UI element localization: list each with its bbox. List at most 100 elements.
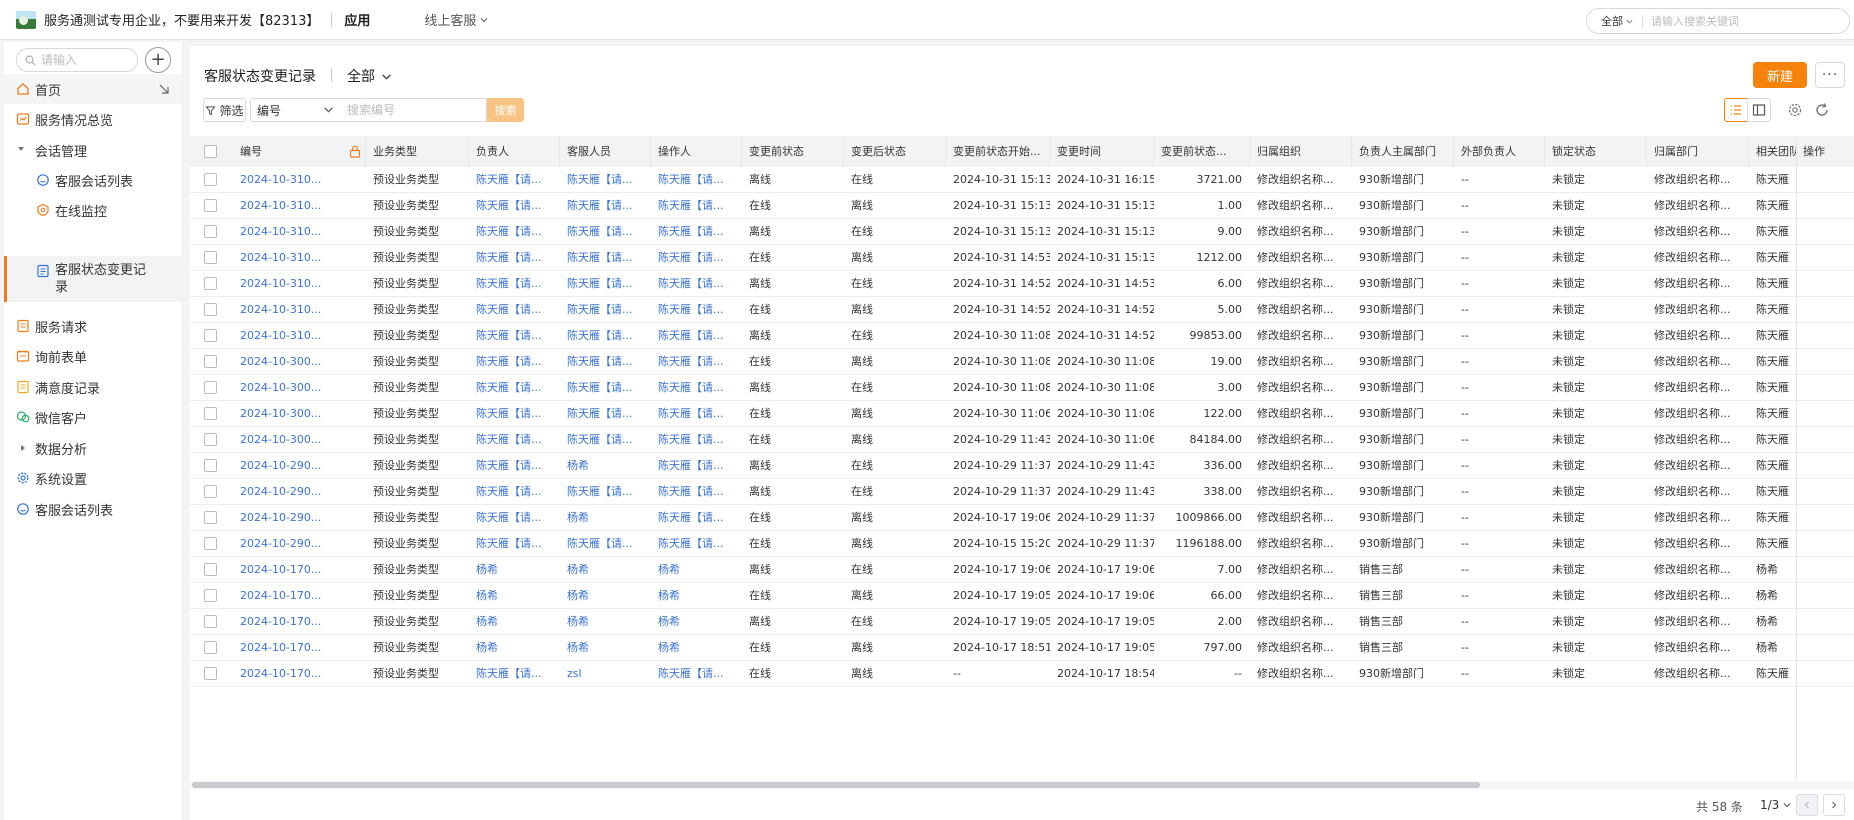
sidebar-item-overview[interactable]: 服务情况总览 [4, 104, 182, 134]
cell-record-id[interactable]: 2024-10-310... [232, 297, 366, 322]
cell-operator[interactable]: 陈天雁【请... [651, 245, 742, 270]
cell-operator[interactable]: 陈天雁【请... [651, 297, 742, 322]
horizontal-scrollbar[interactable] [190, 781, 1854, 789]
cell-actions[interactable] [1796, 375, 1854, 400]
row-checkbox[interactable] [204, 433, 217, 446]
cell-agent[interactable]: 陈天雁【请... [560, 427, 651, 452]
cell-owner[interactable]: 陈天雁【请... [469, 479, 560, 504]
cell-record-id[interactable]: 2024-10-290... [232, 453, 366, 478]
table-row[interactable]: 2024-10-170... 预设业务类型 杨希 杨希 杨希 在线 离线 2024-10-17… [190, 583, 1854, 609]
cell-agent[interactable]: 陈天雁【请... [560, 219, 651, 244]
cell-operator[interactable]: 陈天雁【请... [651, 219, 742, 244]
refresh-icon[interactable] [1814, 102, 1830, 118]
cell-record-id[interactable]: 2024-10-300... [232, 375, 366, 400]
table-row[interactable]: 2024-10-300... 预设业务类型 陈天雁【请... 陈天雁【请... 陈天雁【… [190, 427, 1854, 453]
cell-agent[interactable]: 杨希 [560, 583, 651, 608]
row-checkbox[interactable] [204, 485, 217, 498]
cell-record-id[interactable]: 2024-10-300... [232, 401, 366, 426]
prev-page-button[interactable] [1796, 794, 1818, 816]
view-filter-dropdown[interactable]: 全部 [347, 66, 392, 86]
cell-record-id[interactable]: 2024-10-170... [232, 609, 366, 634]
table-row[interactable]: 2024-10-300... 预设业务类型 陈天雁【请... 陈天雁【请... 陈天雁【… [190, 375, 1854, 401]
sidebar-item-satisfaction-records[interactable]: 满意度记录 [4, 372, 182, 402]
row-checkbox[interactable] [204, 303, 217, 316]
cell-record-id[interactable]: 2024-10-300... [232, 427, 366, 452]
cell-owner[interactable]: 陈天雁【请... [469, 661, 560, 686]
table-row[interactable]: 2024-10-310... 预设业务类型 陈天雁【请... 陈天雁【请... 陈天雁【… [190, 219, 1854, 245]
table-row[interactable]: 2024-10-170... 预设业务类型 杨希 杨希 杨希 离线 在线 2024-10-17… [190, 557, 1854, 583]
column-header[interactable]: 锁定状态 [1545, 136, 1647, 167]
column-header[interactable]: 变更前状态 [742, 136, 844, 167]
split-view-button[interactable] [1747, 98, 1771, 122]
cell-owner[interactable]: 陈天雁【请... [469, 453, 560, 478]
table-row[interactable]: 2024-10-310... 预设业务类型 陈天雁【请... 陈天雁【请... 陈天雁【… [190, 297, 1854, 323]
cell-owner[interactable]: 陈天雁【请... [469, 401, 560, 426]
row-checkbox[interactable] [204, 537, 217, 550]
global-search-input[interactable] [1651, 14, 1821, 28]
cell-operator[interactable]: 杨希 [651, 635, 742, 660]
cell-owner[interactable]: 陈天雁【请... [469, 219, 560, 244]
cell-actions[interactable] [1796, 323, 1854, 348]
cell-owner[interactable]: 杨希 [469, 583, 560, 608]
filter-button[interactable]: 筛选 [203, 98, 246, 122]
cell-agent[interactable]: 陈天雁【请... [560, 271, 651, 296]
cell-operator[interactable]: 陈天雁【请... [651, 271, 742, 296]
sidebar-item-online-monitor[interactable]: 在线监控 [4, 195, 182, 225]
cell-operator[interactable]: 陈天雁【请... [651, 479, 742, 504]
column-header[interactable]: 变更前状态... [1154, 136, 1250, 167]
cell-owner[interactable]: 陈天雁【请... [469, 297, 560, 322]
new-record-button[interactable]: 新建 [1753, 62, 1807, 88]
cell-agent[interactable]: 杨希 [560, 635, 651, 660]
cell-actions[interactable] [1796, 661, 1854, 686]
table-row[interactable]: 2024-10-290... 预设业务类型 陈天雁【请... 杨希 陈天雁【请... 离线… [190, 453, 1854, 479]
cell-operator[interactable]: 陈天雁【请... [651, 453, 742, 478]
column-header[interactable]: 客服人员 [560, 136, 651, 167]
table-row[interactable]: 2024-10-310... 预设业务类型 陈天雁【请... 陈天雁【请... 陈天雁【… [190, 193, 1854, 219]
sidebar-item-session-management[interactable]: 会话管理 [4, 135, 182, 165]
row-checkbox[interactable] [204, 381, 217, 394]
cell-actions[interactable] [1796, 271, 1854, 296]
column-header[interactable]: 变更时间 [1050, 136, 1154, 167]
table-row[interactable]: 2024-10-300... 预设业务类型 陈天雁【请... 陈天雁【请... 陈天雁【… [190, 349, 1854, 375]
cell-owner[interactable]: 杨希 [469, 557, 560, 582]
cell-agent[interactable]: 杨希 [560, 453, 651, 478]
row-checkbox[interactable] [204, 277, 217, 290]
cell-record-id[interactable]: 2024-10-170... [232, 583, 366, 608]
app-menu-link[interactable]: 应用 [344, 10, 370, 29]
gear-icon[interactable] [1787, 102, 1803, 118]
cell-operator[interactable]: 陈天雁【请... [651, 349, 742, 374]
row-checkbox[interactable] [204, 251, 217, 264]
cell-record-id[interactable]: 2024-10-300... [232, 349, 366, 374]
cell-agent[interactable]: 陈天雁【请... [560, 531, 651, 556]
search-field-select[interactable]: 编号 [250, 98, 342, 122]
column-header[interactable]: 变更后状态 [844, 136, 946, 167]
row-checkbox[interactable] [204, 199, 217, 212]
cell-operator[interactable]: 杨希 [651, 583, 742, 608]
cell-operator[interactable]: 杨希 [651, 557, 742, 582]
column-header[interactable]: 变更前状态开始... [946, 136, 1050, 167]
row-checkbox[interactable] [204, 329, 217, 342]
cell-owner[interactable]: 陈天雁【请... [469, 531, 560, 556]
cell-actions[interactable] [1796, 349, 1854, 374]
cell-agent[interactable]: 陈天雁【请... [560, 245, 651, 270]
row-checkbox[interactable] [204, 225, 217, 238]
cell-agent[interactable]: 陈天雁【请... [560, 349, 651, 374]
row-checkbox[interactable] [204, 563, 217, 576]
cell-actions[interactable] [1796, 505, 1854, 530]
keyword-search-input[interactable] [341, 98, 487, 122]
more-actions-button[interactable]: ··· [1815, 62, 1845, 88]
cell-owner[interactable]: 陈天雁【请... [469, 505, 560, 530]
cell-owner[interactable]: 陈天雁【请... [469, 349, 560, 374]
cell-record-id[interactable]: 2024-10-310... [232, 271, 366, 296]
cell-operator[interactable]: 陈天雁【请... [651, 375, 742, 400]
cell-record-id[interactable]: 2024-10-170... [232, 557, 366, 582]
sidebar-item-system-settings[interactable]: 系统设置 [4, 463, 182, 493]
table-row[interactable]: 2024-10-290... 预设业务类型 陈天雁【请... 陈天雁【请... 陈天雁【… [190, 479, 1854, 505]
cell-actions[interactable] [1796, 583, 1854, 608]
column-header[interactable]: 外部负责人 [1454, 136, 1545, 167]
column-header[interactable]: 操作人 [651, 136, 742, 167]
sidebar-item-home[interactable]: 首页 [4, 74, 182, 104]
scrollbar-thumb[interactable] [192, 782, 1480, 788]
service-menu-dropdown[interactable]: 线上客服 [424, 10, 489, 29]
row-checkbox[interactable] [204, 407, 217, 420]
